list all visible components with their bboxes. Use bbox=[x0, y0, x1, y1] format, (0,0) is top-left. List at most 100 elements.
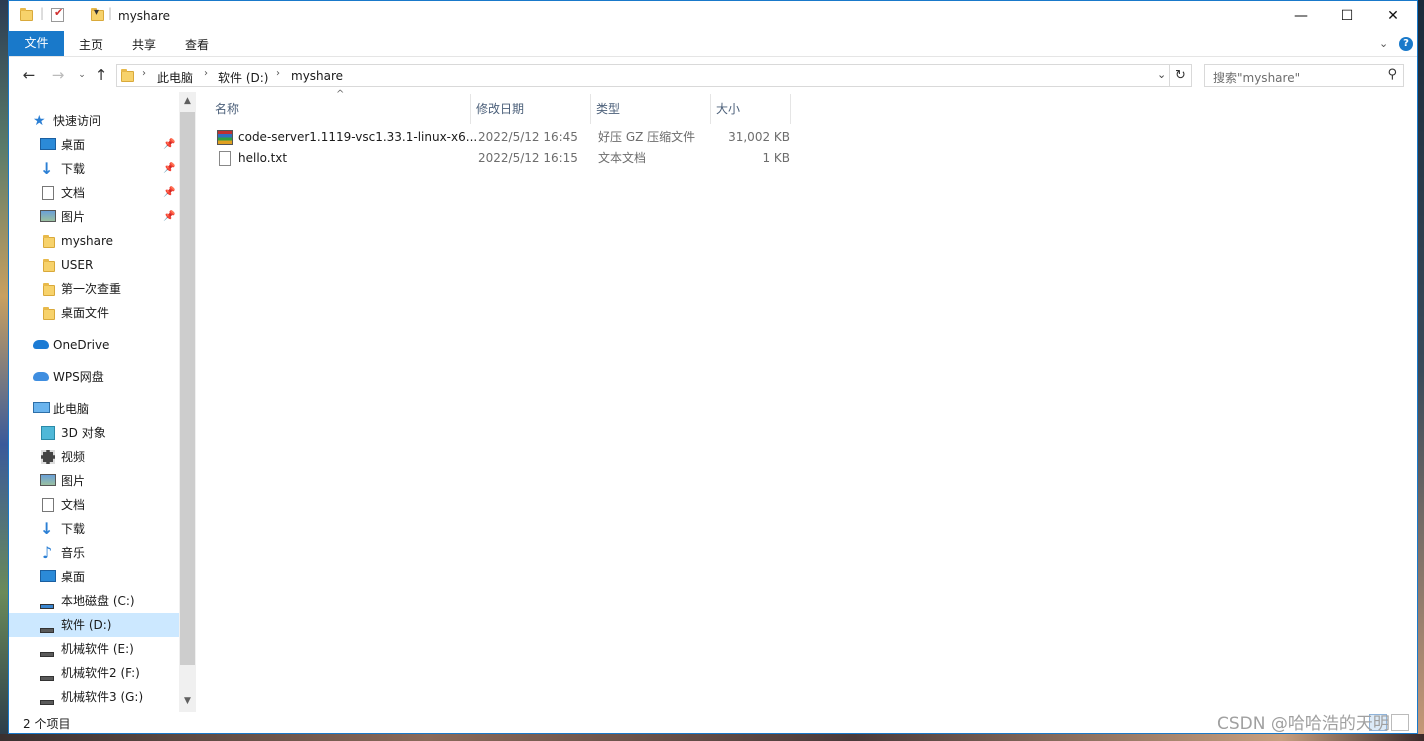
navigation-pane: ★ 快速访问 桌面 📌 ↓ 下载 📌 文档 📌 图片 📌 myshare USE… bbox=[9, 92, 196, 712]
column-header-type[interactable]: 类型 bbox=[596, 100, 620, 117]
nav-item-this-pc[interactable]: 此电脑 bbox=[9, 397, 179, 421]
large-icons-view-button[interactable] bbox=[1391, 714, 1409, 731]
nav-item-pictures[interactable]: 图片 bbox=[9, 469, 179, 493]
computer-icon bbox=[33, 402, 50, 413]
title-bar: | ✔ ▾ | myshare — ☐ ✕ bbox=[9, 1, 1417, 31]
minimize-button[interactable]: — bbox=[1278, 1, 1324, 31]
file-name: code-server1.1119-vsc1.33.1-linux-x6... bbox=[238, 130, 478, 144]
desktop-icon bbox=[40, 138, 56, 150]
nav-item-desktop-pinned[interactable]: 桌面 📌 bbox=[9, 133, 179, 157]
picture-icon bbox=[40, 210, 56, 222]
ribbon-expand-icon[interactable]: ⌄ bbox=[1379, 37, 1388, 50]
scroll-up-icon[interactable]: ▲ bbox=[179, 96, 196, 106]
document-icon bbox=[42, 186, 54, 200]
folder-icon bbox=[20, 8, 33, 21]
breadcrumb-drive-d[interactable]: 软件 (D:) bbox=[218, 69, 268, 86]
properties-icon[interactable]: ✔ bbox=[51, 6, 64, 22]
search-icon: ⚲ bbox=[1387, 67, 1397, 82]
nav-item-wps-drive[interactable]: WPS网盘 bbox=[9, 365, 179, 389]
nav-item-onedrive[interactable]: OneDrive bbox=[9, 333, 179, 357]
nav-item-drive-f[interactable]: 机械软件2 (F:) bbox=[9, 661, 179, 685]
archive-icon bbox=[217, 130, 233, 145]
nav-pane-scrollbar[interactable]: ▲ ▼ bbox=[179, 92, 196, 712]
drive-icon bbox=[40, 689, 56, 705]
document-icon bbox=[42, 498, 54, 512]
watermark: CSDN @哈哈浩的天明 bbox=[1217, 714, 1390, 734]
column-header-size[interactable]: 大小 bbox=[716, 100, 740, 117]
recent-locations-icon[interactable]: ⌄ bbox=[73, 67, 91, 83]
refresh-button[interactable]: ↻ bbox=[1170, 64, 1192, 87]
chevron-right-icon[interactable]: › bbox=[276, 68, 280, 79]
column-divider[interactable] bbox=[470, 94, 471, 124]
chevron-right-icon[interactable]: › bbox=[142, 68, 146, 79]
nav-item-drive-e[interactable]: 机械软件 (E:) bbox=[9, 637, 179, 661]
column-divider[interactable] bbox=[710, 94, 711, 124]
nav-item-user[interactable]: USER bbox=[9, 253, 179, 277]
chevron-down-icon[interactable]: ⌄ bbox=[1157, 68, 1166, 81]
nav-item-drive-c[interactable]: 本地磁盘 (C:) bbox=[9, 589, 179, 613]
status-bar: 2 个项目 bbox=[9, 712, 1417, 734]
search-input[interactable]: 搜索"myshare" ⚲ bbox=[1204, 64, 1404, 87]
nav-item-myshare[interactable]: myshare bbox=[9, 229, 179, 253]
nav-item-3d-objects[interactable]: 3D 对象 bbox=[9, 421, 179, 445]
quick-access-dropdown-icon[interactable]: ▾ bbox=[94, 7, 99, 23]
star-icon: ★ bbox=[33, 113, 46, 129]
file-name: hello.txt bbox=[238, 151, 288, 165]
chevron-right-icon[interactable]: › bbox=[204, 68, 208, 79]
desktop-background-left bbox=[0, 0, 8, 741]
table-row[interactable]: hello.txt 2022/5/12 16:15 文本文档 1 KB bbox=[215, 148, 793, 169]
scrollbar-thumb[interactable] bbox=[180, 112, 195, 665]
nav-item-documents-pinned[interactable]: 文档 📌 bbox=[9, 181, 179, 205]
address-field[interactable]: › 此电脑 › 软件 (D:) › myshare ⌄ bbox=[116, 64, 1170, 87]
breadcrumb-this-pc[interactable]: 此电脑 bbox=[157, 69, 193, 86]
column-header-date[interactable]: 修改日期 bbox=[476, 100, 524, 117]
cloud-icon bbox=[33, 372, 49, 381]
nav-item-desktop-files[interactable]: 桌面文件 bbox=[9, 301, 179, 325]
file-list: ^ 名称 修改日期 类型 大小 code-server1.1119-vsc1.3… bbox=[208, 89, 1417, 712]
column-header-name[interactable]: 名称 bbox=[215, 100, 239, 117]
separator: | bbox=[108, 6, 113, 20]
forward-arrow-icon[interactable]: → bbox=[49, 67, 67, 83]
item-count: 2 个项目 bbox=[23, 717, 71, 731]
help-icon[interactable]: ? bbox=[1399, 37, 1413, 51]
close-button[interactable]: ✕ bbox=[1370, 1, 1416, 31]
video-icon bbox=[41, 450, 55, 464]
breadcrumb-myshare[interactable]: myshare bbox=[291, 69, 343, 83]
table-row[interactable]: code-server1.1119-vsc1.33.1-linux-x6... … bbox=[215, 127, 793, 148]
file-type: 文本文档 bbox=[598, 151, 647, 165]
nav-item-drive-d[interactable]: 软件 (D:) bbox=[9, 613, 179, 637]
pin-icon[interactable]: 📌 bbox=[163, 181, 175, 205]
separator: | bbox=[40, 6, 45, 20]
desktop-icon bbox=[40, 570, 56, 582]
cube-icon bbox=[41, 426, 55, 440]
nav-item-documents[interactable]: 文档 bbox=[9, 493, 179, 517]
nav-item-quick-access[interactable]: ★ 快速访问 bbox=[9, 109, 179, 133]
folder-icon bbox=[43, 283, 55, 296]
tab-home[interactable]: 主页 bbox=[71, 33, 111, 57]
nav-item-downloads[interactable]: ↓ 下载 bbox=[9, 517, 179, 541]
nav-item-desktop[interactable]: 桌面 bbox=[9, 565, 179, 589]
nav-item-downloads-pinned[interactable]: ↓ 下载 📌 bbox=[9, 157, 179, 181]
up-arrow-icon[interactable]: ↑ bbox=[92, 67, 110, 83]
column-divider[interactable] bbox=[590, 94, 591, 124]
tab-view[interactable]: 查看 bbox=[177, 33, 217, 57]
music-icon: ♪ bbox=[42, 543, 53, 562]
nav-item-first-check[interactable]: 第一次查重 bbox=[9, 277, 179, 301]
nav-item-pictures-pinned[interactable]: 图片 📌 bbox=[9, 205, 179, 229]
file-size: 1 KB bbox=[762, 151, 790, 165]
tab-file[interactable]: 文件 bbox=[9, 31, 64, 56]
maximize-button[interactable]: ☐ bbox=[1324, 1, 1370, 31]
tab-share[interactable]: 共享 bbox=[124, 33, 164, 57]
column-divider[interactable] bbox=[790, 94, 791, 124]
folder-icon bbox=[121, 69, 134, 82]
nav-item-videos[interactable]: 视频 bbox=[9, 445, 179, 469]
back-arrow-icon[interactable]: ← bbox=[20, 67, 38, 83]
drive-icon bbox=[40, 593, 56, 609]
pin-icon[interactable]: 📌 bbox=[163, 133, 175, 157]
pin-icon[interactable]: 📌 bbox=[163, 205, 175, 229]
pin-icon[interactable]: 📌 bbox=[163, 157, 175, 181]
scroll-down-icon[interactable]: ▼ bbox=[179, 696, 196, 706]
drive-icon bbox=[40, 617, 56, 633]
nav-item-music[interactable]: ♪ 音乐 bbox=[9, 541, 179, 565]
nav-item-drive-g[interactable]: 机械软件3 (G:) bbox=[9, 685, 179, 709]
